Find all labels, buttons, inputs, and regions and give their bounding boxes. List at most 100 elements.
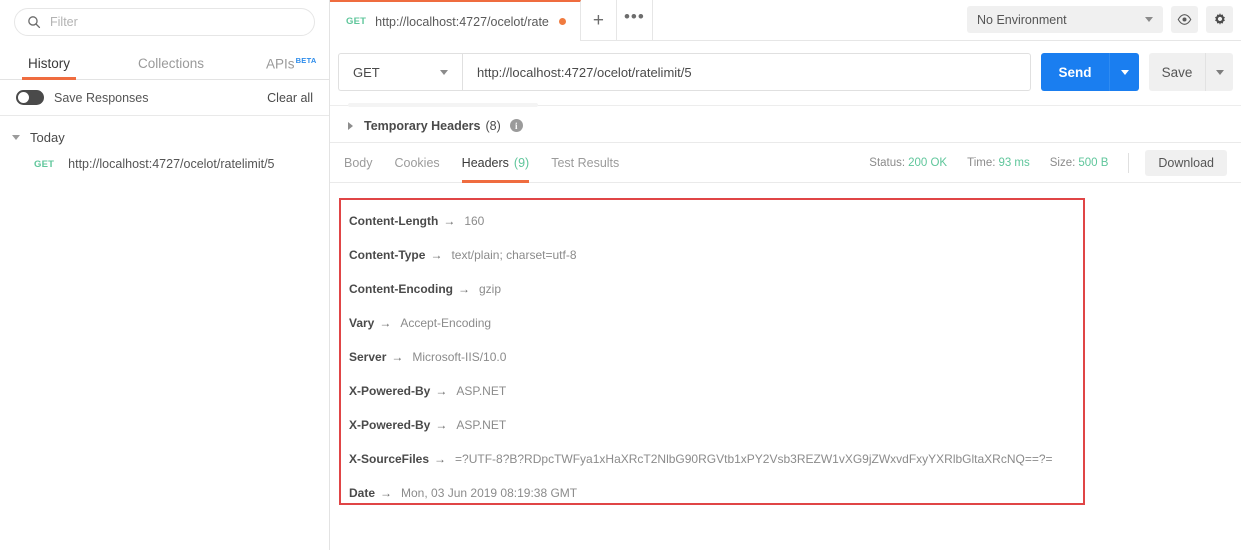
tab-test-results[interactable]: Test Results [551,143,619,183]
temporary-headers-label: Temporary Headers [364,118,481,133]
header-value: gzip [478,282,501,296]
settings-button[interactable] [1206,6,1233,33]
request-url-input[interactable] [462,53,1031,91]
tab-label: Cookies [394,155,440,170]
header-key: X-Powered-By [349,418,431,432]
search-input[interactable] [50,15,302,29]
tab-headers[interactable]: Headers (9) [461,143,530,183]
tab-count: (9) [513,155,530,170]
status-badge: Status: 200 OK [869,157,947,169]
save-responses-label: Save Responses [54,90,149,105]
history-group-today[interactable]: Today [0,116,329,149]
tab-body[interactable]: Body [344,143,373,183]
header-value: =?UTF-8?B?RDpcTWFya1xHaXRcT2NlbG90RGVtb1… [455,452,1053,466]
chevron-down-icon[interactable] [12,135,20,140]
arrow-icon: → [457,282,470,296]
send-button[interactable]: Send [1041,53,1109,91]
history-group-label: Today [30,130,65,145]
header-value: ASP.NET [456,384,507,398]
environment-area: No Environment [967,0,1241,33]
history-url-label: http://localhost:4727/ocelot/ratelimit/5 [68,157,275,171]
sidebar-tab-label: History [28,56,71,71]
header-value: text/plain; charset=utf-8 [451,248,577,262]
divider [1128,152,1130,173]
time-badge: Time: 93 ms [967,157,1030,169]
arrow-icon: → [435,384,448,398]
chevron-down-icon [1215,69,1224,75]
header-value: Accept-Encoding [400,316,492,330]
tab-label: Body [344,155,373,170]
header-value: 160 [464,214,485,228]
size-label: Size: [1049,156,1076,169]
sidebar: History Collections APIsBETA Save Respon… [0,0,330,550]
history-method-label: GET [34,158,55,170]
gear-icon [1212,12,1228,28]
clear-all-button[interactable]: Clear all [267,91,313,105]
save-button[interactable]: Save [1149,53,1205,91]
header-key: X-Powered-By [349,384,431,398]
list-item[interactable]: GET http://localhost:4727/ocelot/ratelim… [0,149,329,179]
header-value: Microsoft-IIS/10.0 [412,350,507,364]
sidebar-item-collections[interactable]: Collections [132,56,210,79]
header-value: Mon, 03 Jun 2019 08:19:38 GMT [401,486,578,500]
table-row: X-Powered-By → ASP.NET [341,374,1083,408]
header-key: Date [349,486,376,500]
response-tabs: Body Cookies Headers (9) Test Results St… [330,143,1241,183]
header-key: Vary [349,316,375,330]
beta-badge: BETA [295,55,317,65]
send-options-button[interactable] [1109,53,1139,91]
status-value: 200 OK [908,156,948,169]
table-row: Vary → Accept-Encoding [341,306,1083,340]
request-tab[interactable]: GET http://localhost:4727/ocelot/rate [330,0,581,41]
plus-icon: + [592,9,604,31]
horizontal-scrollbar[interactable] [348,103,538,107]
response-meta: Status: 200 OK Time: 93 ms Size: 500 B Down… [849,149,1227,176]
sidebar-item-apis[interactable]: APIsBETA [260,56,323,80]
environment-select[interactable]: No Environment [967,6,1163,33]
tab-label: Test Results [551,155,620,170]
filter-box[interactable] [14,8,315,36]
search-icon [27,15,41,29]
table-row: Server → Microsoft-IIS/10.0 [341,340,1083,374]
table-row: Date → Mon, 03 Jun 2019 08:19:38 GMT [341,476,1083,510]
chevron-right-icon[interactable] [348,121,353,130]
header-value: ASP.NET [456,418,507,432]
sidebar-tab-label: APIs [266,56,295,71]
http-method-select[interactable]: GET [338,53,462,91]
environment-quick-look-button[interactable] [1171,6,1198,33]
save-options-button[interactable] [1205,53,1233,91]
save-responses-row: Save Responses Clear all [0,80,329,116]
tab-label: Headers [461,155,509,170]
time-value: 93 ms [998,156,1030,169]
tab-options-button[interactable]: ••• [617,0,653,41]
request-tab-method: GET [346,16,367,27]
header-key: Content-Length [349,214,439,228]
tab-bar: GET http://localhost:4727/ocelot/rate + … [330,0,1241,41]
request-url-bar: GET Send Save [330,41,1241,103]
time-label: Time: [967,156,996,169]
table-row: Content-Length → 160 [341,204,1083,238]
temporary-headers-count: (8) [485,118,501,133]
status-label: Status: [869,156,906,169]
chevron-down-icon [440,69,448,75]
arrow-icon: → [380,486,393,500]
toggle-knob [18,92,29,103]
arrow-icon: → [391,350,404,364]
new-tab-button[interactable]: + [581,0,617,41]
chevron-down-icon [1120,69,1129,75]
info-icon[interactable]: i [509,119,523,132]
temporary-headers-row[interactable]: Temporary Headers (8) i [330,109,1241,143]
download-button[interactable]: Download [1145,149,1227,176]
header-key: Content-Type [349,248,426,262]
sidebar-item-history[interactable]: History [22,56,77,80]
table-row: Content-Encoding → gzip [341,272,1083,306]
header-key: Server [349,350,387,364]
tab-cookies[interactable]: Cookies [395,143,440,183]
arrow-icon: → [443,214,456,228]
arrow-icon: → [379,316,392,330]
save-responses-toggle[interactable] [16,90,44,105]
eye-icon [1177,12,1192,27]
unsaved-indicator-icon [558,18,566,25]
table-row: Content-Type → text/plain; charset=utf-8 [341,238,1083,272]
filter-container [0,0,329,42]
